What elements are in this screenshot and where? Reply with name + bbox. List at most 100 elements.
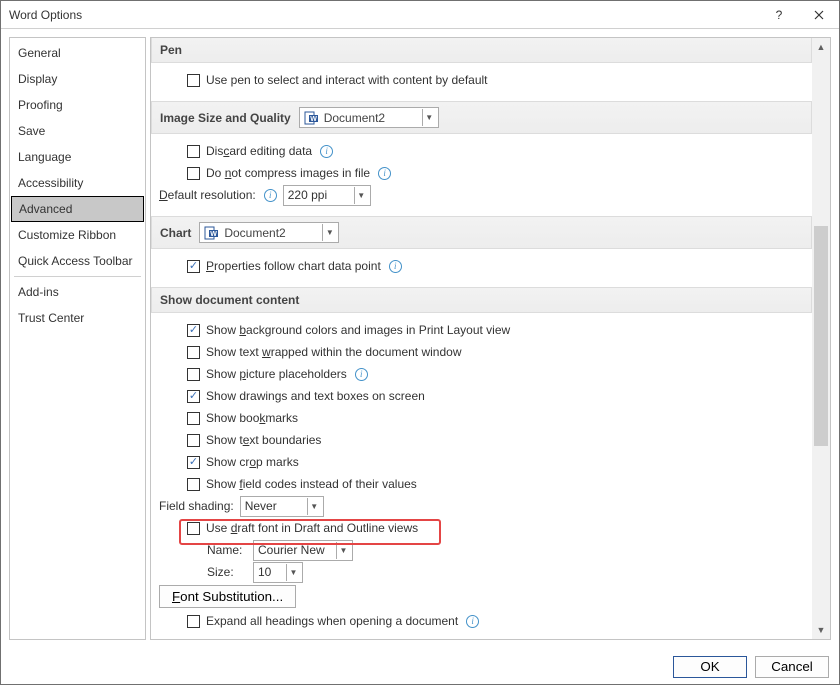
checkbox-wrap[interactable] xyxy=(187,346,200,359)
cancel-button[interactable]: Cancel xyxy=(755,656,829,678)
combo-size-value: 10 xyxy=(258,565,282,579)
sidebar-item-add-ins[interactable]: Add-ins xyxy=(10,279,145,305)
combo-size[interactable]: 10 ▼ xyxy=(253,562,303,583)
sidebar-item-general[interactable]: General xyxy=(10,40,145,66)
chevron-down-icon: ▼ xyxy=(286,564,300,581)
combo-chart-value: Document2 xyxy=(224,226,318,240)
label-chart-follow: Properties follow chart data point xyxy=(206,259,381,273)
checkbox-bound[interactable] xyxy=(187,434,200,447)
font-substitution-button[interactable]: Font Substitution... xyxy=(159,585,296,608)
section-chart: Chart W Document2 ▼ xyxy=(151,216,812,249)
label-default-res: Default resolution: xyxy=(159,188,256,202)
row-no-compress: Do not compress images in file i xyxy=(187,162,804,184)
checkbox-book[interactable] xyxy=(187,412,200,425)
dialog-body: General Display Proofing Save Language A… xyxy=(1,29,839,648)
sidebar-item-customize-ribbon[interactable]: Customize Ribbon xyxy=(10,222,145,248)
svg-text:W: W xyxy=(310,116,317,123)
close-icon xyxy=(814,10,824,20)
help-button[interactable]: ? xyxy=(759,1,799,29)
section-pen-title: Pen xyxy=(160,43,182,57)
label-shading: Field shading: xyxy=(159,499,234,513)
content-panel: Pen Use pen to select and interact with … xyxy=(150,37,831,640)
combo-image-value: Document2 xyxy=(324,111,418,125)
chevron-down-icon: ▼ xyxy=(322,224,336,241)
checkbox-bg[interactable] xyxy=(187,324,200,337)
combo-name-value: Courier New xyxy=(258,543,332,557)
group-pen: Use pen to select and interact with cont… xyxy=(151,63,812,101)
scroll-track[interactable] xyxy=(812,56,830,621)
sidebar-item-proofing[interactable]: Proofing xyxy=(10,92,145,118)
section-image-title: Image Size and Quality xyxy=(160,111,291,125)
info-icon[interactable]: i xyxy=(378,167,391,180)
checkbox-use-pen[interactable] xyxy=(187,74,200,87)
label-no-compress: Do not compress images in file xyxy=(206,166,370,180)
combo-name[interactable]: Courier New ▼ xyxy=(253,540,353,561)
checkbox-chart-follow[interactable] xyxy=(187,260,200,273)
info-icon[interactable]: i xyxy=(355,368,368,381)
checkbox-draft[interactable] xyxy=(187,522,200,535)
word-doc-icon: W xyxy=(204,225,220,241)
info-icon[interactable]: i xyxy=(320,145,333,158)
group-chart: Properties follow chart data point i xyxy=(151,249,812,287)
row-draft: Use draft font in Draft and Outline view… xyxy=(187,517,804,539)
scroll-inner: Pen Use pen to select and interact with … xyxy=(151,38,812,639)
label-pic: Show picture placeholders xyxy=(206,367,347,381)
info-icon[interactable]: i xyxy=(264,189,277,202)
ok-button[interactable]: OK xyxy=(673,656,747,678)
checkbox-expand[interactable] xyxy=(187,615,200,628)
vertical-scrollbar[interactable]: ▲ ▼ xyxy=(812,38,830,639)
titlebar: Word Options ? xyxy=(1,1,839,29)
close-button[interactable] xyxy=(799,1,839,29)
label-discard: Discard editing data xyxy=(206,144,312,158)
row-expand: Expand all headings when opening a docum… xyxy=(187,610,804,632)
info-icon[interactable]: i xyxy=(466,615,479,628)
chevron-down-icon: ▼ xyxy=(307,498,321,515)
word-doc-icon: W xyxy=(304,110,320,126)
checkbox-field[interactable] xyxy=(187,478,200,491)
combo-resolution[interactable]: 220 ppi ▼ xyxy=(283,185,371,206)
scroll-up-icon[interactable]: ▲ xyxy=(812,38,830,56)
combo-shading-value: Never xyxy=(245,499,303,513)
checkbox-discard[interactable] xyxy=(187,145,200,158)
row-chart-follow: Properties follow chart data point i xyxy=(187,255,804,277)
scroll-thumb[interactable] xyxy=(814,226,828,446)
sidebar-item-language[interactable]: Language xyxy=(10,144,145,170)
checkbox-pic[interactable] xyxy=(187,368,200,381)
row-use-pen: Use pen to select and interact with cont… xyxy=(187,69,804,91)
label-expand: Expand all headings when opening a docum… xyxy=(206,614,458,628)
label-wrap: Show text wrapped within the document wi… xyxy=(206,345,461,359)
label-book: Show bookmarks xyxy=(206,411,298,425)
checkbox-no-compress[interactable] xyxy=(187,167,200,180)
sidebar-item-advanced[interactable]: Advanced xyxy=(11,196,144,222)
scroll-down-icon[interactable]: ▼ xyxy=(812,621,830,639)
info-icon[interactable]: i xyxy=(389,260,402,273)
label-use-pen: Use pen to select and interact with cont… xyxy=(206,73,488,87)
group-show-content: Show background colors and images in Pri… xyxy=(151,313,812,639)
label-name: Name: xyxy=(207,543,247,557)
checkbox-crop[interactable] xyxy=(187,456,200,469)
checkbox-draw[interactable] xyxy=(187,390,200,403)
combo-chart-doc[interactable]: W Document2 ▼ xyxy=(199,222,339,243)
label-size: Size: xyxy=(207,565,247,579)
chevron-down-icon: ▼ xyxy=(336,542,350,559)
row-bg: Show background colors and images in Pri… xyxy=(187,319,804,341)
sidebar-item-save[interactable]: Save xyxy=(10,118,145,144)
section-show-content: Show document content xyxy=(151,287,812,313)
sidebar-separator xyxy=(14,276,141,277)
sidebar-item-trust-center[interactable]: Trust Center xyxy=(10,305,145,331)
section-pen: Pen xyxy=(151,38,812,63)
row-size: Size: 10 ▼ xyxy=(207,561,804,583)
word-options-dialog: Word Options ? General Display Proofing … xyxy=(0,0,840,685)
dialog-title: Word Options xyxy=(1,8,759,22)
row-pic: Show picture placeholders i xyxy=(187,363,804,385)
sidebar-item-quick-access-toolbar[interactable]: Quick Access Toolbar xyxy=(10,248,145,274)
chevron-down-icon: ▼ xyxy=(422,109,436,126)
sidebar-item-display[interactable]: Display xyxy=(10,66,145,92)
row-name: Name: Courier New ▼ xyxy=(207,539,804,561)
combo-image-doc[interactable]: W Document2 ▼ xyxy=(299,107,439,128)
row-bound: Show text boundaries xyxy=(187,429,804,451)
sidebar-item-accessibility[interactable]: Accessibility xyxy=(10,170,145,196)
dialog-footer: OK Cancel xyxy=(1,648,839,684)
combo-shading[interactable]: Never ▼ xyxy=(240,496,324,517)
chevron-down-icon: ▼ xyxy=(354,187,368,204)
